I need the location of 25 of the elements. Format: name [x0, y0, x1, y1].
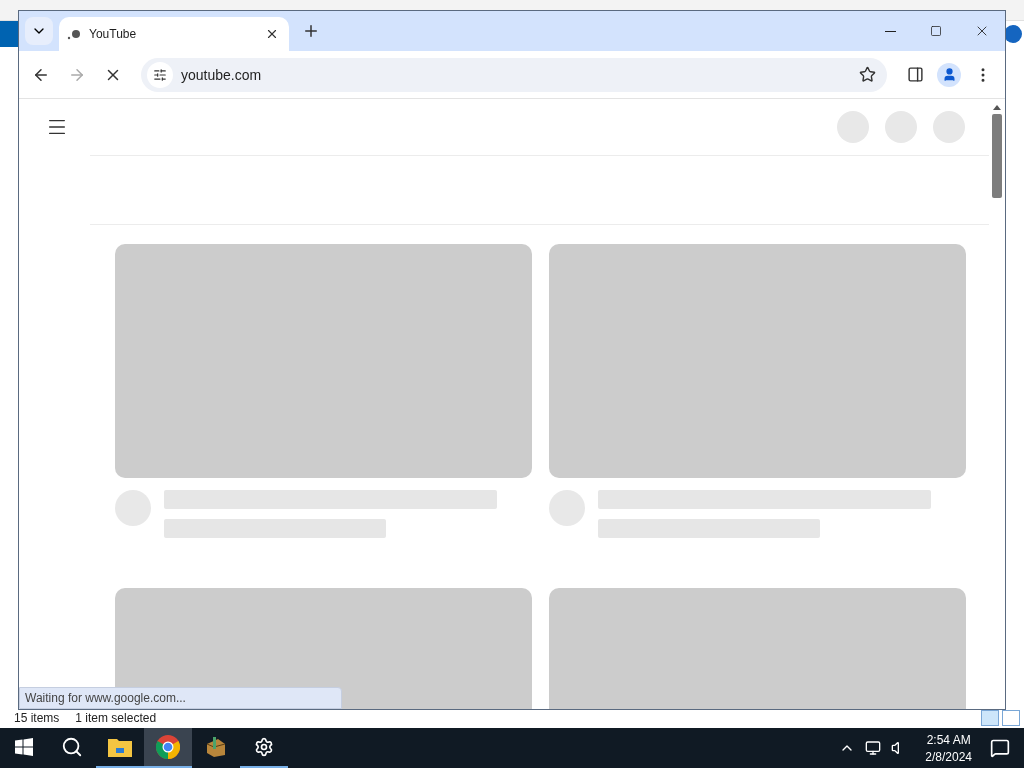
notifications-icon[interactable] [990, 738, 1010, 758]
address-bar[interactable]: youtube.com [141, 57, 887, 92]
selection-count: 1 item selected [75, 711, 157, 725]
settings-icon [254, 737, 274, 757]
archive-icon [204, 735, 228, 759]
item-count: 15 items [14, 711, 60, 725]
taskbar-app[interactable] [144, 728, 192, 768]
search-icon [61, 736, 83, 758]
tab-title: YouTube [89, 27, 138, 41]
windows-logo-icon [15, 738, 33, 756]
loading-icon [67, 27, 81, 41]
url-text: youtube.com [181, 66, 263, 83]
maximize-icon [930, 25, 942, 37]
status-bubble: Waiting for www.google.com... [19, 687, 342, 709]
network-icon[interactable] [865, 740, 882, 756]
site-info-icon[interactable] [147, 61, 173, 88]
tab-search-button[interactable] [25, 17, 53, 45]
plus-icon [302, 22, 320, 40]
folder-icon [108, 737, 132, 757]
profile-icon[interactable] [937, 62, 961, 87]
thumbnails-view-icon[interactable] [1002, 710, 1020, 726]
browser-tab[interactable]: YouTube [59, 17, 289, 51]
minimize-icon [884, 30, 896, 32]
clock[interactable]: 2:54 AM 2/8/2024 [917, 732, 980, 764]
chrome-logo-icon [156, 735, 180, 759]
